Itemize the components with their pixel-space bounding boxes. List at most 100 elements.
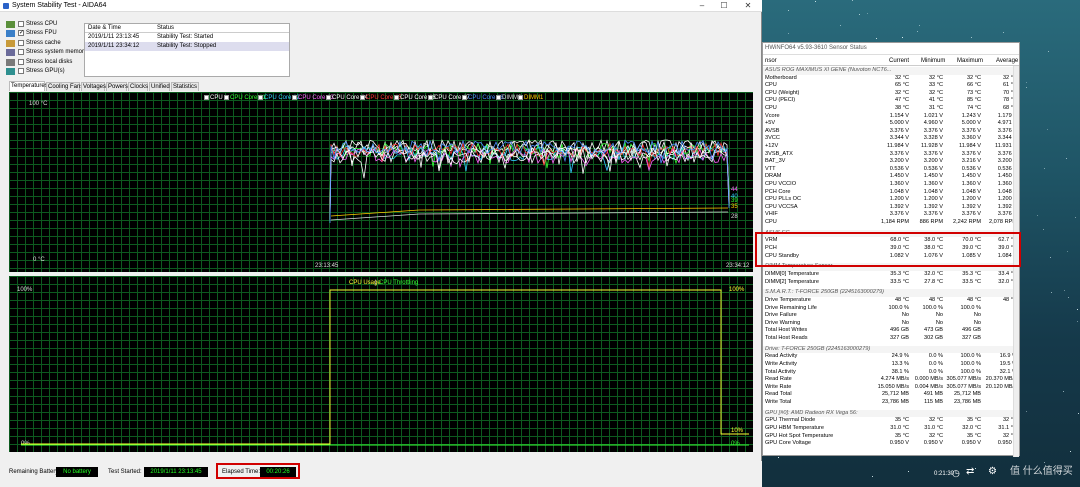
sensor-group-header[interactable]: GPU [#0]: AMD Radeon RX Vega 56: <box>763 409 1019 418</box>
sensor-row[interactable]: CPU VCCSA 1.392 V 1.392 V 1.392 V 1.392 V <box>763 204 1019 212</box>
stress-checkbox[interactable]: ✓ <box>18 30 24 37</box>
stress-option[interactable]: Stress GPU(s) <box>6 67 82 76</box>
sensor-group-header[interactable]: Drive: T-FORCE 250GB (2245163000279) <box>763 345 1019 354</box>
col-sensor[interactable]: nsor <box>765 58 777 64</box>
sensor-row[interactable]: PCH Core 1.048 V 1.048 V 1.048 V 1.048 V <box>763 189 1019 197</box>
sensor-row[interactable]: CPU (PECI) 47 °C 41 °C 85 °C 78 °C <box>763 97 1019 105</box>
sensor-row[interactable]: GPU Thermal Diode 35 °C 32 °C 35 °C 32 °C <box>763 417 1019 425</box>
tab-unified[interactable]: Unified <box>149 82 170 91</box>
sensor-row[interactable]: Write Total 23,786 MB 115 MB 23,786 MB <box>763 399 1019 407</box>
stress-option[interactable]: Stress system memory <box>6 48 87 57</box>
sensor-name: Drive Remaining Life <box>765 304 817 311</box>
col-maximum[interactable]: Maximum <box>957 58 983 64</box>
sensor-row[interactable]: CPU 65 °C 33 °C 66 °C 61 °C <box>763 82 1019 90</box>
tab-powers[interactable]: Powers <box>106 82 128 91</box>
col-current[interactable]: Current <box>889 58 909 64</box>
sensor-name: +12V <box>765 143 779 149</box>
sensor-row[interactable]: Write Activity 13.3 % 0.0 % 100.0 % 19.5 % <box>763 361 1019 369</box>
sensor-row[interactable]: CPU 38 °C 31 °C 74 °C 68 °C <box>763 105 1019 113</box>
sensor-name: CPU (Weight) <box>765 89 800 96</box>
sensor-name: GPU Thermal Diode <box>765 417 816 424</box>
sensor-name: VTT <box>765 165 776 172</box>
cpu-usage-series <box>21 289 749 446</box>
temperature-line <box>329 141 730 218</box>
stress-checkbox[interactable] <box>18 49 24 56</box>
stress-checkbox[interactable] <box>18 68 24 74</box>
col-average[interactable]: Average <box>996 58 1018 64</box>
sensor-row[interactable]: DIMM[2] Temperature 33.5 °C 27.8 °C 33.5 °C… <box>763 279 1019 287</box>
star <box>1067 250 1069 252</box>
star <box>852 0 854 1</box>
sensor-name: CPU <box>765 219 777 225</box>
elapsed-time-highlight <box>216 463 300 479</box>
sensor-row[interactable]: +12V 11.984 V 11.928 V 11.984 V 11.931 V <box>763 143 1019 151</box>
sensor-value: 115 MB <box>924 399 943 405</box>
sensor-row[interactable]: Vcore 1.154 V 1.021 V 1.243 V 1.179 V <box>763 113 1019 121</box>
stress-checkbox[interactable] <box>18 21 24 27</box>
star <box>1002 32 1004 34</box>
sensor-row[interactable]: Total Activity 38.1 % 0.0 % 100.0 % 32.1 % <box>763 369 1019 377</box>
sensor-row[interactable]: DRAM 1.450 V 1.450 V 1.450 V 1.450 V <box>763 173 1019 181</box>
stress-checkbox[interactable] <box>18 39 24 46</box>
maximize-button[interactable]: ☐ <box>716 1 732 11</box>
sensor-row[interactable]: CPU VCCIO 1.360 V 1.360 V 1.360 V 1.360 V <box>763 181 1019 189</box>
tab-statistics[interactable]: Statistics <box>171 82 199 91</box>
sensor-row[interactable]: Total Host Writes 496 GB 473 GB 496 GB <box>763 327 1019 335</box>
sensor-row[interactable]: VTT 0.536 V 0.536 V 0.536 V 0.536 V <box>763 166 1019 174</box>
sensor-name: CPU VCCIO <box>765 181 797 187</box>
sensor-row[interactable]: GPU Hot Spot Temperature 35 °C 32 °C 35 °C 3… <box>763 433 1019 441</box>
sensor-row[interactable]: GPU HBM Temperature 31.0 °C 31.0 °C 32.0 °C… <box>763 425 1019 433</box>
component-icon <box>6 68 15 75</box>
sensor-row[interactable]: Motherboard 32 °C 32 °C 32 °C 32 °C <box>763 75 1019 83</box>
sensor-row[interactable]: VHIF 3.376 V 3.376 V 3.376 V 3.376 V <box>763 211 1019 219</box>
sensor-row[interactable]: BAT_3V 3.200 V 3.200 V 3.216 V 3.200 V <box>763 158 1019 166</box>
sensor-value: 31 °C <box>928 105 943 111</box>
sensor-row[interactable]: GPU Core Voltage 0.950 V 0.950 V 0.950 V 0.9… <box>763 440 1019 448</box>
star <box>919 25 921 27</box>
sensor-row[interactable]: Drive Warning No No No <box>763 320 1019 328</box>
status-log-table[interactable]: Date & Time Status 2019/1/11 23:13:45 St… <box>84 23 290 77</box>
sensor-group-header[interactable]: ASUS ROG MAXIMUS XI GENE (Nuvoton NCT6..… <box>763 67 1019 75</box>
sensor-row[interactable]: Read Activity 24.9 % 0.0 % 100.0 % 16.9 % <box>763 353 1019 361</box>
stress-option[interactable]: Stress local disks <box>6 58 82 67</box>
sensor-name: Read Activity <box>765 353 798 360</box>
stress-option[interactable]: Stress CPU <box>6 20 82 29</box>
sensor-name: CPU <box>765 105 777 111</box>
sensor-row[interactable]: CPU 1,184 RPM 886 RPM 2,242 RPM 2,078 RPM <box>763 219 1019 227</box>
sensor-row[interactable]: CPU (Weight) 32 °C 32 °C 73 °C 70 °C <box>763 90 1019 98</box>
minimize-button[interactable]: – <box>694 1 710 11</box>
table-row[interactable]: 2019/1/11 23:34:12 Stability Test: Stopp… <box>85 42 289 51</box>
hwinfo-title-bar[interactable]: HWiNFO64 v5.93-3610 Sensor Status <box>763 43 1019 55</box>
stress-option[interactable]: ✓ Stress FPU <box>6 29 82 38</box>
sensor-row[interactable]: Write Rate 15.050 MB/s 0.004 MB/s 305.077 M… <box>763 384 1019 392</box>
network-icon[interactable]: ⇄ <box>966 466 974 477</box>
tab-voltages[interactable]: Voltages <box>81 82 106 91</box>
sensor-group-header[interactable]: S.M.A.R.T.: T-FORCE 250GB (2245163000279… <box>763 289 1019 297</box>
sensor-value: 32 °C <box>928 432 943 439</box>
table-row[interactable]: 2019/1/11 23:13:45 Stability Test: Start… <box>85 33 289 42</box>
sensor-name: VHIF <box>765 211 778 218</box>
sensor-row[interactable]: +5V 5.000 V 4.960 V 5.000 V 4.971 V <box>763 120 1019 128</box>
sensor-value: 100.0 % <box>960 361 981 367</box>
close-button[interactable]: ✕ <box>740 1 756 11</box>
sensor-row[interactable]: Read Total 25,712 MB 491 MB 25,712 MB <box>763 391 1019 399</box>
sensor-row[interactable]: Read Rate 4.274 MB/s 0.000 MB/s 305.077 MB/… <box>763 376 1019 384</box>
sensor-row[interactable]: CPU PLLs OC 1.200 V 1.200 V 1.200 V 1.200 V <box>763 196 1019 204</box>
sensor-row[interactable]: DIMM[0] Temperature 35.3 °C 32.0 °C 35.3 °C… <box>763 271 1019 279</box>
sensor-row[interactable]: Drive Temperature 48 °C 48 °C 48 °C 48 °C <box>763 297 1019 305</box>
stress-checkbox[interactable] <box>18 58 24 65</box>
sensor-value: 3.376 V <box>923 150 943 157</box>
sensor-row[interactable]: Total Host Reads 327 GB 302 GB 327 GB <box>763 335 1019 343</box>
stress-option[interactable]: Stress cache <box>6 39 82 48</box>
sensor-row[interactable]: Drive Failure No No No <box>763 312 1019 320</box>
sensor-row[interactable]: Drive Remaining Life 100.0 % 100.0 % 100.0 … <box>763 305 1019 313</box>
settings-icon[interactable]: ⚙ <box>988 466 997 477</box>
sensor-row[interactable]: AVSB 3.376 V 3.376 V 3.376 V 3.376 V <box>763 128 1019 136</box>
tab-cooling-fans[interactable]: Cooling Fans <box>46 82 83 91</box>
tab-clocks[interactable]: Clocks <box>128 82 148 91</box>
col-minimum[interactable]: Minimum <box>921 58 945 64</box>
sensor-row[interactable]: 3VCC 3.344 V 3.328 V 3.360 V 3.344 V <box>763 135 1019 143</box>
tab-temperatures[interactable]: Temperatures <box>9 81 48 91</box>
title-bar[interactable]: System Stability Test - AIDA64 – ☐ ✕ <box>0 0 762 12</box>
sensor-row[interactable]: 3VSB_ATX 3.376 V 3.376 V 3.376 V 3.376 V <box>763 151 1019 159</box>
